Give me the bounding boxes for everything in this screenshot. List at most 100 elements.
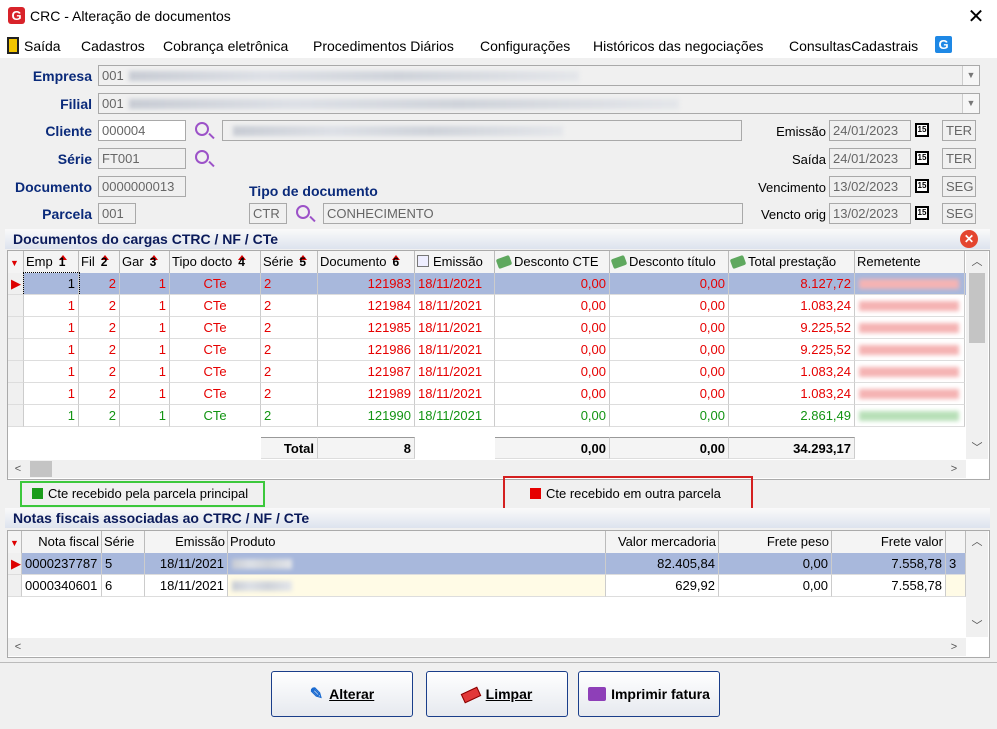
documento-input[interactable]: 0000000013 (98, 176, 186, 197)
scroll-thumb[interactable] (969, 273, 985, 343)
table-row[interactable]: 1 2 1 CTe 2 121989 18/11/2021 0,00 0,00 1.083,24 (8, 383, 966, 405)
table-row[interactable]: ▶ 1 2 1 CTe 2 121983 18/11/2021 0,00 0,00 8.127,72 (8, 272, 966, 296)
cell-dcte: 0,00 (495, 295, 610, 317)
vencimento-date[interactable]: 13/02/2023 (829, 176, 911, 197)
cliente-input[interactable]: 000004 (98, 120, 186, 141)
search-serie-icon[interactable] (195, 150, 209, 164)
notas-col-header-5[interactable]: Frete peso (719, 531, 832, 553)
table-row[interactable]: 0000340601 6 18/11/2021 629,92 0,00 7.558,78 (8, 575, 966, 597)
emissao-date[interactable]: 24/01/2023 (829, 120, 911, 141)
table-row[interactable]: 1 2 1 CTe 2 121990 18/11/2021 0,00 0,00 2.861,49 (8, 405, 966, 427)
footer-total: 34.293,17 (729, 437, 855, 459)
footer-label: Total (261, 437, 318, 459)
menu-consultas[interactable]: ConsultasCadastrais (789, 38, 918, 54)
empresa-select[interactable]: 001 ▼ (98, 65, 980, 86)
money-icon (729, 254, 747, 270)
tipo-code-input[interactable]: CTR (249, 203, 287, 224)
cell-fvalor: 7.558,78 (832, 575, 946, 597)
cell-tipo: CTe (170, 273, 261, 295)
cell-doc: 121983 (318, 273, 415, 295)
notas-col-header-4[interactable]: Valor mercadoria (606, 531, 719, 553)
col-header-4[interactable]: Série 5 (261, 251, 318, 273)
table-row[interactable]: 1 2 1 CTe 2 121985 18/11/2021 0,00 0,00 9.225,52 (8, 317, 966, 339)
scroll-right-icon[interactable]: > (946, 461, 962, 477)
calendar-icon[interactable]: 15 (915, 123, 929, 137)
calendar-icon[interactable]: 15 (915, 179, 929, 193)
notas-hscroll[interactable]: < > (8, 638, 966, 656)
col-header-1[interactable]: Fil 2 (79, 251, 120, 273)
col-header-8[interactable]: Desconto título (610, 251, 729, 273)
menu-cobranca[interactable]: Cobrança eletrônica (163, 38, 288, 54)
alterar-button[interactable]: ✎ Alterar (271, 671, 413, 717)
filial-select[interactable]: 001 ▼ (98, 93, 980, 114)
menu-procedimentos[interactable]: Procedimentos Diários (313, 38, 454, 54)
notas-col-header-2[interactable]: Emissão (145, 531, 228, 553)
calendar-icon[interactable]: 15 (915, 151, 929, 165)
limpar-button[interactable]: Limpar (426, 671, 568, 717)
menu-configuracoes[interactable]: Configurações (480, 38, 570, 54)
cell-dcte: 0,00 (495, 273, 610, 295)
cell-produto (228, 553, 606, 575)
col-header-3[interactable]: Tipo docto 4 (170, 251, 261, 273)
notas-col-header-0[interactable]: Nota fiscal (22, 531, 102, 553)
scroll-up-icon[interactable]: ︿ (969, 254, 985, 270)
cell-total: 1.083,24 (729, 361, 855, 383)
table-row[interactable]: 1 2 1 CTe 2 121986 18/11/2021 0,00 0,00 9.225,52 (8, 339, 966, 361)
vencto-orig-date[interactable]: 13/02/2023 (829, 203, 911, 224)
menu-saida[interactable]: Saída (24, 38, 61, 54)
exit-door-icon[interactable] (7, 37, 19, 54)
cell-remetente (855, 317, 965, 339)
chevron-down-icon[interactable]: ▼ (962, 94, 979, 113)
calendar-icon[interactable]: 15 (915, 206, 929, 220)
scroll-down-icon[interactable]: ﹀ (969, 618, 985, 634)
notas-col-header-3[interactable]: Produto (228, 531, 606, 553)
search-tipo-icon[interactable] (296, 205, 310, 219)
cell-emp: 1 (24, 317, 79, 339)
help-logo-icon[interactable]: G (935, 36, 952, 53)
scroll-up-icon[interactable]: ︿ (969, 534, 985, 550)
table-row[interactable]: ▶ 0000237787 5 18/11/2021 82.405,84 0,00 7.558… (8, 553, 966, 575)
menu-cadastros[interactable]: Cadastros (81, 38, 145, 54)
docs-vscroll[interactable]: ︿ ﹀ (966, 251, 988, 459)
notas-vscroll[interactable]: ︿ ﹀ (966, 531, 988, 637)
cell-dtit: 0,00 (610, 361, 729, 383)
scroll-left-icon[interactable]: < (10, 461, 26, 477)
sort-order-badge: 3 (149, 255, 157, 269)
col-header-2[interactable]: Gar 3 (120, 251, 170, 273)
cell-emissao: 18/11/2021 (415, 295, 495, 317)
docs-hscroll[interactable]: < > (8, 460, 966, 478)
menu-historicos[interactable]: Históricos das negociações (593, 38, 763, 54)
col-header-5[interactable]: Documento 6 (318, 251, 415, 273)
imprimir-fatura-button[interactable]: Imprimir fatura (578, 671, 720, 717)
chevron-down-icon[interactable]: ▼ (962, 66, 979, 85)
saida-date[interactable]: 24/01/2023 (829, 148, 911, 169)
notas-col-header-1[interactable]: Série (102, 531, 145, 553)
cell-emissao: 18/11/2021 (145, 553, 228, 575)
col-header-10[interactable]: Remetente (855, 251, 965, 273)
close-panel-icon[interactable]: ✕ (960, 230, 978, 248)
col-header-6[interactable]: Emissão (415, 251, 495, 273)
serie-input[interactable]: FT001 (98, 148, 186, 169)
cell-valor: 629,92 (606, 575, 719, 597)
col-header-9[interactable]: Total prestação (729, 251, 855, 273)
col-header-7[interactable]: Desconto CTE (495, 251, 610, 273)
cell-total: 1.083,24 (729, 295, 855, 317)
legend-red: Cte recebido em outra parcela (503, 476, 753, 511)
parcela-input[interactable]: 001 (98, 203, 136, 224)
notas-col-header-6[interactable]: Frete valor (832, 531, 946, 553)
pencil-icon: ✎ (309, 686, 324, 703)
cell-remetente (855, 295, 965, 317)
table-row[interactable]: 1 2 1 CTe 2 121984 18/11/2021 0,00 0,00 1.083,24 (8, 295, 966, 317)
cell-dcte: 0,00 (495, 339, 610, 361)
scroll-right-icon[interactable]: > (946, 639, 962, 655)
search-cliente-icon[interactable] (195, 122, 209, 136)
close-icon[interactable]: ✕ (966, 4, 986, 29)
emissao-label: Emissão (776, 124, 826, 139)
cell-remetente (855, 273, 965, 295)
table-row[interactable]: 1 2 1 CTe 2 121987 18/11/2021 0,00 0,00 1.083,24 (8, 361, 966, 383)
scroll-thumb[interactable] (30, 461, 52, 477)
scroll-down-icon[interactable]: ﹀ (969, 440, 985, 456)
scroll-left-icon[interactable]: < (10, 639, 26, 655)
cell-emissao: 18/11/2021 (415, 383, 495, 405)
col-header-0[interactable]: Emp 1 (24, 251, 79, 273)
